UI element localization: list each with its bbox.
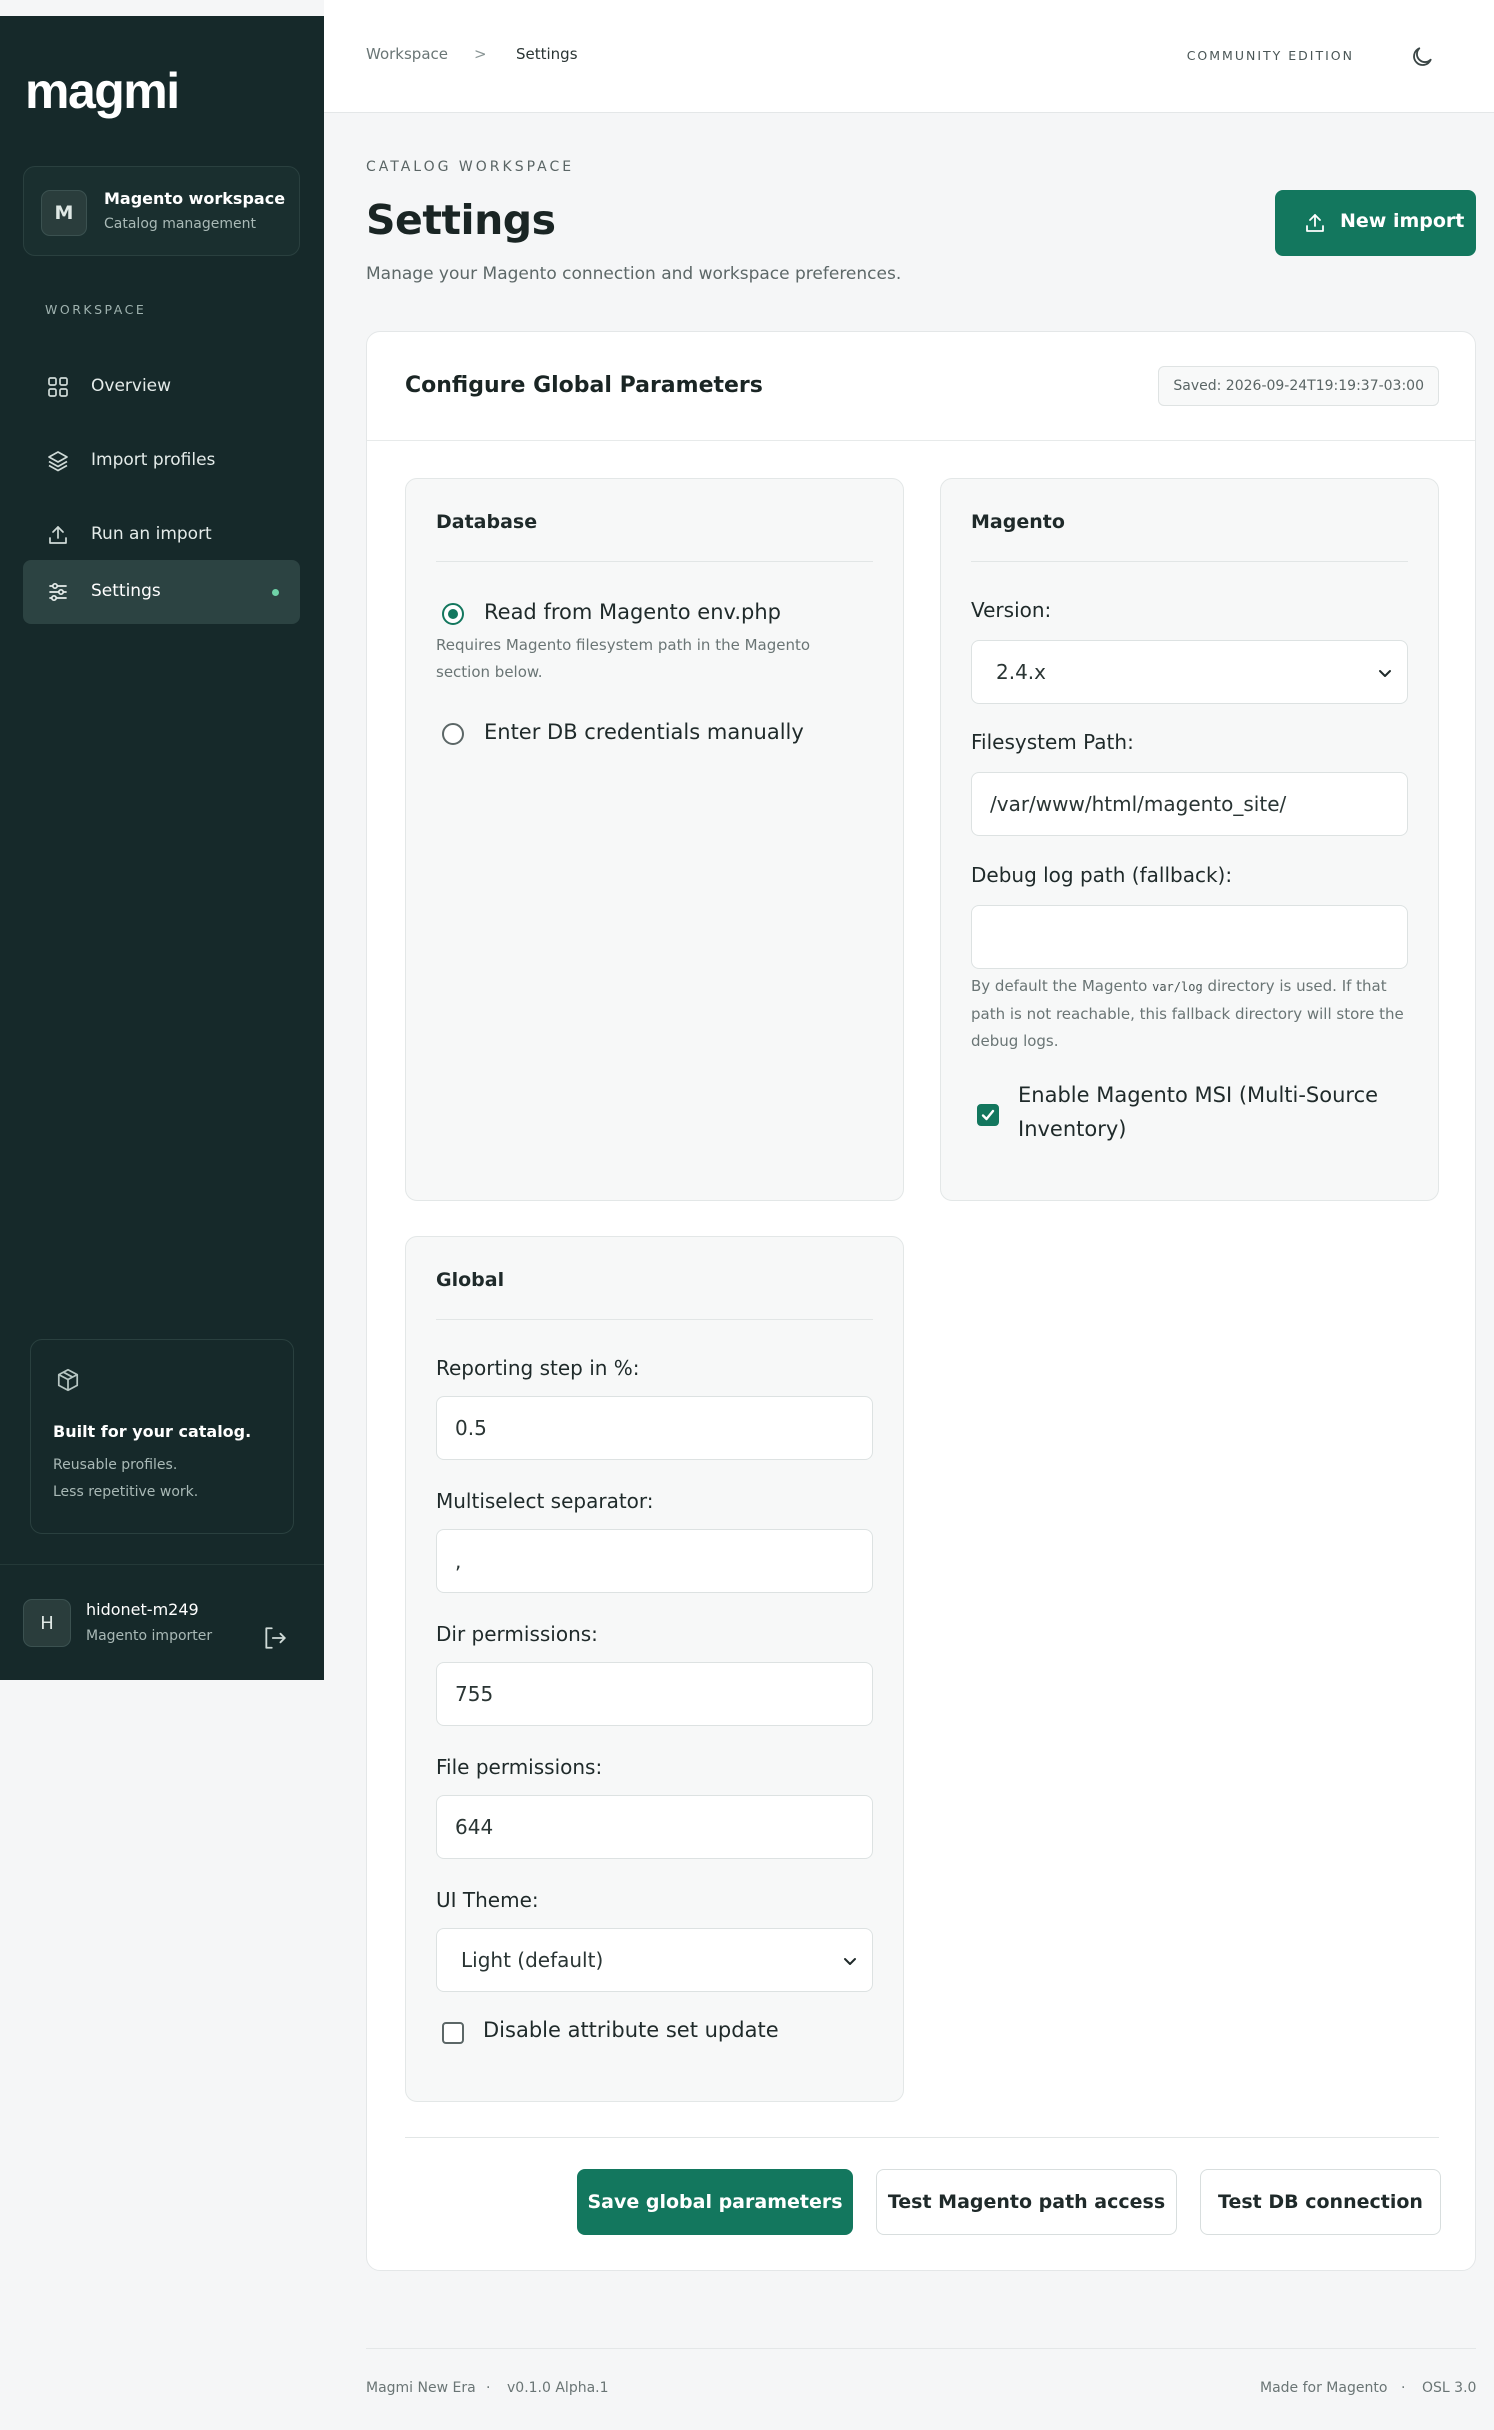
page-title: Settings <box>366 196 556 244</box>
breadcrumb-workspace[interactable]: Workspace <box>366 45 448 63</box>
workspace-avatar: M <box>41 190 87 236</box>
breadcrumb-separator: > <box>474 45 487 63</box>
divider <box>436 561 873 562</box>
divider <box>366 2348 1476 2349</box>
sidebar-item-run-import[interactable]: Run an import <box>23 503 300 567</box>
avatar[interactable]: H <box>23 1599 71 1647</box>
ui-theme-label: UI Theme: <box>436 1888 539 1912</box>
debug-log-path-label: Debug log path (fallback): <box>971 863 1233 887</box>
disable-attribute-set-label[interactable]: Disable attribute set update <box>483 2018 779 2042</box>
test-db-connection-button[interactable]: Test DB connection <box>1200 2169 1441 2235</box>
panel-title: Database <box>436 511 538 533</box>
sidebar-item-label: Overview <box>91 376 172 396</box>
file-permissions-input[interactable]: 644 <box>436 1795 873 1859</box>
footer-separator: · <box>486 2380 491 2396</box>
moon-icon[interactable] <box>1409 44 1435 70</box>
card-title: Configure Global Parameters <box>405 373 763 398</box>
sidebar-item-settings[interactable]: Settings <box>23 560 300 624</box>
debug-help-code: var/log <box>1152 980 1203 994</box>
sidebar-item-label: Run an import <box>91 524 212 544</box>
new-import-button[interactable]: New import <box>1275 190 1476 256</box>
active-indicator <box>272 589 279 596</box>
page-eyebrow: CATALOG WORKSPACE <box>366 159 575 175</box>
debug-log-help: By default the Magento var/log directory… <box>971 973 1408 1055</box>
global-panel: Global Reporting step in %: 0.5 Multisel… <box>405 1236 904 2102</box>
reporting-step-label: Reporting step in %: <box>436 1356 640 1380</box>
edition-label: COMMUNITY EDITION <box>1186 48 1354 63</box>
workspace-subtitle: Catalog management <box>104 216 256 232</box>
test-magento-path-button[interactable]: Test Magento path access <box>876 2169 1177 2235</box>
top-bar: Workspace > Settings COMMUNITY EDITION <box>324 0 1494 113</box>
upload-icon <box>1306 214 1324 232</box>
box-icon <box>57 1368 79 1392</box>
dir-permissions-input[interactable]: 755 <box>436 1662 873 1726</box>
sidebar-item-label: Settings <box>91 581 161 601</box>
ui-theme-value: Light (default) <box>461 1948 604 1972</box>
file-permissions-label: File permissions: <box>436 1755 603 1779</box>
disable-attribute-set-checkbox[interactable] <box>442 2022 464 2044</box>
filesystem-path-label: Filesystem Path: <box>971 730 1134 754</box>
multiselect-separator-label: Multiselect separator: <box>436 1489 654 1513</box>
radio-manual-credentials[interactable] <box>442 723 464 745</box>
breadcrumb-current: Settings <box>516 45 578 63</box>
divider <box>436 1319 873 1320</box>
radio-manual-credentials-label[interactable]: Enter DB credentials manually <box>484 720 804 744</box>
radio-env-php-help: Requires Magento filesystem path in the … <box>436 636 811 681</box>
chevron-down-icon <box>844 1958 856 1965</box>
footer-license: OSL 3.0 <box>1422 2380 1477 2396</box>
divider <box>367 440 1475 441</box>
promo-card: Built for your catalog. Reusable profile… <box>30 1339 294 1534</box>
version-label: Version: <box>971 598 1052 622</box>
check-icon <box>981 1109 995 1121</box>
dir-permissions-label: Dir permissions: <box>436 1622 598 1646</box>
sidebar-item-import-profiles[interactable]: Import profiles <box>23 429 300 493</box>
footer-app-name: Magmi New Era <box>366 2380 476 2396</box>
msi-checkbox[interactable] <box>977 1104 999 1126</box>
msi-label[interactable]: Enable Magento MSI (Multi-Source Invento… <box>1018 1078 1388 1146</box>
sidebar-item-label: Import profiles <box>91 450 216 470</box>
panel-title: Global <box>436 1269 505 1291</box>
save-global-parameters-button[interactable]: Save global parameters <box>577 2169 853 2235</box>
grid-icon <box>48 377 68 397</box>
debug-help-text: By default the Magento <box>971 977 1148 995</box>
sidebar-item-overview[interactable]: Overview <box>23 355 300 419</box>
version-select[interactable]: 2.4.x <box>971 640 1408 704</box>
footer-separator: · <box>1401 2380 1406 2396</box>
promo-title: Built for your catalog. <box>53 1422 252 1441</box>
radio-env-php[interactable] <box>442 603 464 625</box>
global-parameters-card: Configure Global Parameters Saved: 2026-… <box>366 331 1476 2271</box>
ui-theme-select[interactable]: Light (default) <box>436 1928 873 1992</box>
chevron-down-icon <box>1379 670 1391 677</box>
divider <box>0 1564 324 1565</box>
version-value: 2.4.x <box>996 660 1046 684</box>
app-logo: magmi <box>25 63 180 119</box>
nav-section-label: WORKSPACE <box>45 302 147 317</box>
multiselect-separator-input[interactable]: , <box>436 1529 873 1593</box>
user-role: Magento importer <box>86 1628 213 1644</box>
promo-line: Reusable profiles. <box>53 1457 178 1473</box>
divider <box>405 2137 1439 2138</box>
panel-title: Magento <box>971 511 1065 533</box>
saved-badge: Saved: 2026-09-24T19:19:37-03:00 <box>1158 366 1439 406</box>
magento-panel: Magento Version: 2.4.x Filesystem Path: … <box>940 478 1439 1201</box>
workspace-switcher[interactable]: M Magento workspace Catalog management <box>23 166 300 256</box>
layers-icon <box>48 451 68 472</box>
filesystem-path-input[interactable]: /var/www/html/magento_site/ <box>971 772 1408 836</box>
debug-log-path-input[interactable] <box>971 905 1408 969</box>
upload-icon <box>49 526 67 544</box>
radio-env-php-label[interactable]: Read from Magento env.php <box>484 600 781 624</box>
sidebar: magmi M Magento workspace Catalog manage… <box>0 16 324 1680</box>
workspace-name: Magento workspace <box>104 189 286 208</box>
footer-version: v0.1.0 Alpha.1 <box>507 2380 609 2396</box>
new-import-label: New import <box>1340 210 1465 232</box>
divider <box>971 561 1408 562</box>
user-name: hidonet-m249 <box>86 1600 199 1619</box>
sliders-icon <box>49 582 67 602</box>
reporting-step-input[interactable]: 0.5 <box>436 1396 873 1460</box>
page-subtitle: Manage your Magento connection and works… <box>366 264 902 284</box>
logout-icon[interactable] <box>262 1625 288 1651</box>
promo-line: Less repetitive work. <box>53 1484 199 1500</box>
database-panel: Database Read from Magento env.php Requi… <box>405 478 904 1201</box>
footer-made-for: Made for Magento <box>1260 2380 1388 2396</box>
